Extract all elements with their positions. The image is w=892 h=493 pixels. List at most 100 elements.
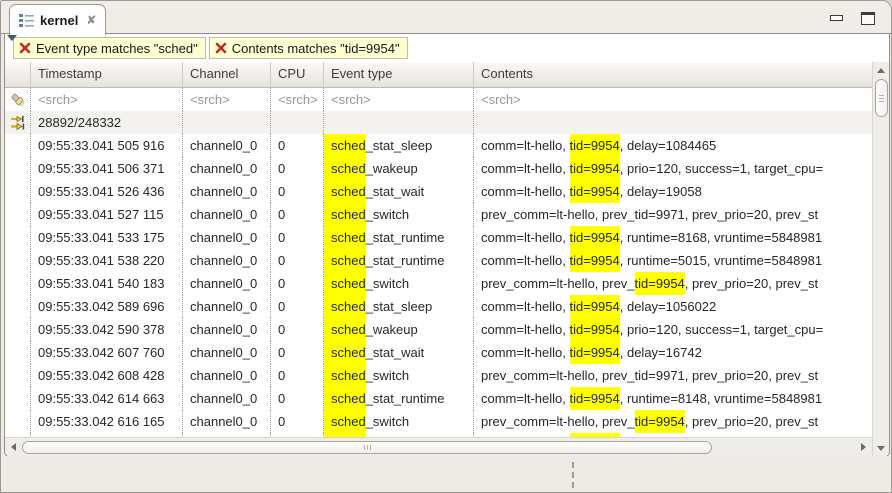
- header-collapse-triangle-icon[interactable]: [7, 35, 17, 41]
- remove-filter-icon[interactable]: [19, 42, 31, 54]
- scroll-up-button[interactable]: [874, 63, 889, 78]
- filter-chip-event-type[interactable]: Event type matches "sched": [13, 37, 206, 59]
- cpu-cell: 0: [271, 341, 324, 364]
- table-row[interactable]: 09:55:33.041 533 175channel0_00sched_sta…: [5, 226, 872, 249]
- match-highlight: sched: [324, 318, 366, 341]
- column-header-contents[interactable]: Contents: [474, 62, 872, 87]
- arrow-down-icon: [877, 446, 885, 451]
- event-type-cell: sched_stat_runtime: [324, 249, 474, 272]
- filter-bar: Event type matches "sched" Contents matc…: [5, 34, 889, 62]
- channel-cell: channel0_0: [183, 249, 271, 272]
- close-icon[interactable]: ✘: [86, 14, 96, 26]
- table-row[interactable]: 09:55:33.041 538 220channel0_00sched_sta…: [5, 249, 872, 272]
- cpu-cell: 0: [271, 226, 324, 249]
- horizontal-scrollbar-thumb[interactable]: [22, 441, 712, 454]
- minimize-icon: [830, 15, 843, 21]
- timestamp-cell: 09:55:33.041 526 436: [31, 180, 183, 203]
- match-highlight: tid=9954: [570, 134, 620, 157]
- table-row[interactable]: 09:55:33.041 505 916channel0_00sched_sta…: [5, 134, 872, 157]
- scroll-left-button[interactable]: [6, 440, 21, 455]
- table-row[interactable]: 09:55:33.042 589 696channel0_00sched_sta…: [5, 295, 872, 318]
- timestamp-cell: 09:55:33.041 506 371: [31, 157, 183, 180]
- flashlight-search-icon: [10, 92, 26, 108]
- row-gutter: [5, 203, 31, 226]
- contents-cell: prev_comm=lt-hello, prev_tid=9954, prev_…: [474, 272, 872, 295]
- tab-kernel[interactable]: kernel ✘: [9, 4, 106, 35]
- filter-chip-label: Event type matches "sched": [36, 41, 198, 56]
- contents-cell: comm=lt-hello, tid=9954, prio=120, succe…: [474, 318, 872, 341]
- table-row[interactable]: 09:55:33.042 614 663channel0_00sched_sta…: [5, 387, 872, 410]
- search-input-contents[interactable]: <srch>: [474, 88, 872, 111]
- cpu-cell: 0: [271, 272, 324, 295]
- column-header-event-type[interactable]: Event type: [324, 62, 474, 87]
- match-highlight: sched: [324, 387, 366, 410]
- table-row[interactable]: 09:55:33.041 540 183channel0_00sched_swi…: [5, 272, 872, 295]
- horizontal-scrollbar[interactable]: [5, 437, 872, 456]
- timestamp-cell: 09:55:33.041 538 220: [31, 249, 183, 272]
- row-gutter: [5, 341, 31, 364]
- channel-cell: channel0_0: [183, 318, 271, 341]
- table-row[interactable]: 09:55:33.041 527 115channel0_00sched_swi…: [5, 203, 872, 226]
- filter-chip-contents[interactable]: Contents matches "tid=9954": [209, 37, 408, 59]
- contents-cell: comm=lt-hello, tid=9954, runtime=8148, v…: [474, 387, 872, 410]
- row-gutter: [5, 364, 31, 387]
- cpu-cell: 0: [271, 180, 324, 203]
- bottom-strip: [1, 456, 891, 492]
- timestamp-cell: 09:55:33.042 614 663: [31, 387, 183, 410]
- match-highlight: tid=9954: [570, 387, 620, 410]
- table-row[interactable]: 09:55:33.042 616 165channel0_00sched_swi…: [5, 410, 872, 433]
- scroll-down-button[interactable]: [874, 441, 889, 456]
- scroll-right-button[interactable]: [856, 440, 871, 455]
- maximize-button[interactable]: [859, 9, 877, 27]
- cpu-cell: 0: [271, 295, 324, 318]
- contents-cell: prev_comm=lt-hello, prev_tid=9971, prev_…: [474, 364, 872, 387]
- table-row[interactable]: 09:55:33.042 590 378channel0_00sched_wak…: [5, 318, 872, 341]
- events-list-icon: [19, 13, 34, 27]
- cpu-cell: 0: [271, 318, 324, 341]
- timestamp-cell: 09:55:33.041 533 175: [31, 226, 183, 249]
- contents-cell: comm=lt-hello, tid=9954, delay=19058: [474, 180, 872, 203]
- arrow-left-icon: [11, 443, 16, 451]
- table-header: Timestamp Channel CPU Event type Content…: [5, 62, 872, 88]
- match-highlight: sched: [324, 203, 366, 226]
- table-row[interactable]: 09:55:33.042 607 760channel0_00sched_sta…: [5, 341, 872, 364]
- search-input-channel[interactable]: <srch>: [183, 88, 271, 111]
- timestamp-cell: 09:55:33.042 616 165: [31, 410, 183, 433]
- match-highlight: sched: [324, 249, 366, 272]
- table-content: Timestamp Channel CPU Event type Content…: [5, 62, 889, 457]
- row-gutter: [5, 272, 31, 295]
- view-tab-bar: kernel ✘: [1, 1, 891, 34]
- event-type-cell: sched_wakeup: [324, 157, 474, 180]
- channel-cell: channel0_0: [183, 364, 271, 387]
- vertical-scrollbar[interactable]: [872, 62, 889, 457]
- channel-cell: channel0_0: [183, 410, 271, 433]
- arrow-right-icon: [861, 443, 866, 451]
- contents-cell: comm=lt-hello, tid=9954, runtime=5015, v…: [474, 249, 872, 272]
- match-highlight: tid=9954: [570, 318, 620, 341]
- table-row[interactable]: 09:55:33.041 506 371channel0_00sched_wak…: [5, 157, 872, 180]
- channel-cell: channel0_0: [183, 295, 271, 318]
- minimize-button[interactable]: [827, 9, 845, 27]
- event-type-cell: sched_stat_runtime: [324, 387, 474, 410]
- vertical-scrollbar-thumb[interactable]: [875, 79, 888, 117]
- match-highlight: sched: [324, 341, 366, 364]
- arrow-up-icon: [877, 68, 885, 73]
- row-gutter: [5, 226, 31, 249]
- timestamp-cell: 09:55:33.042 590 378: [31, 318, 183, 341]
- workbench-window: kernel ✘ Event type matches "sched" Cont…: [0, 0, 892, 493]
- sash-handle[interactable]: [572, 462, 574, 488]
- search-input-cpu[interactable]: <srch>: [271, 88, 324, 111]
- table-row[interactable]: 09:55:33.041 526 436channel0_00sched_sta…: [5, 180, 872, 203]
- search-input-event-type[interactable]: <srch>: [324, 88, 474, 111]
- column-header-timestamp[interactable]: Timestamp: [31, 62, 183, 87]
- match-highlight: sched: [324, 226, 366, 249]
- column-header-cpu[interactable]: CPU: [271, 62, 324, 87]
- match-highlight: tid=9954: [570, 249, 620, 272]
- column-header-channel[interactable]: Channel: [183, 62, 271, 87]
- search-row-gutter: [5, 88, 31, 111]
- search-input-timestamp[interactable]: <srch>: [31, 88, 183, 111]
- remove-filter-icon[interactable]: [215, 42, 227, 54]
- row-gutter: [5, 157, 31, 180]
- timestamp-cell: 09:55:33.042 607 760: [31, 341, 183, 364]
- table-row[interactable]: 09:55:33.042 608 428channel0_00sched_swi…: [5, 364, 872, 387]
